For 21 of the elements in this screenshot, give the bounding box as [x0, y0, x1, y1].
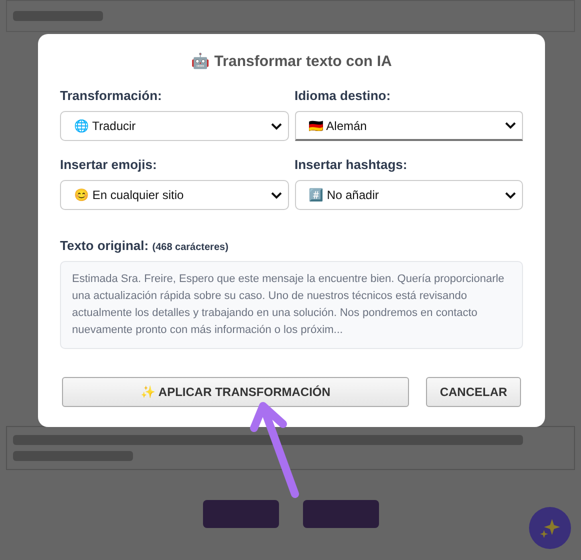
dropdown[interactable]: 🌐 Traducir: [60, 111, 288, 141]
field-label: Transformación:: [60, 88, 163, 103]
sparkle-icon: [539, 517, 561, 539]
dropdown[interactable]: #⃣ No añadir: [294, 180, 523, 210]
background-button[interactable]: [202, 500, 278, 528]
chevron-icon: [505, 122, 516, 129]
field-label: Insertar emojis:: [60, 157, 158, 172]
chevron-icon: [270, 192, 282, 198]
dialog-title: 🤖 Transformar texto con IA: [190, 52, 393, 70]
apply-button[interactable]: ✨ APLICAR TRANSFORMACIÓN: [62, 377, 409, 407]
chevron-icon: [270, 122, 282, 130]
original-text-preview: Estimada Sra. Freire, Espero que este mensaje la encuentre bien. Quería proporcionarle una actualización rápida sobre su caso. Uno de nuestros técnicos está revisando actualmente los detalles y trabajando en una solución. Nos pondremos en contacto nuevamente pronto con más información o los próxim...: [60, 261, 523, 349]
dropdown[interactable]: 🇩🇪 Alemán: [294, 111, 523, 141]
dropdown[interactable]: 😊 En cualquier sitio: [60, 180, 288, 210]
cancel-button[interactable]: CANCELAR: [426, 377, 521, 407]
chevron-icon: [505, 192, 516, 198]
background-button[interactable]: [302, 500, 378, 528]
sparkle-fab[interactable]: [529, 507, 571, 549]
field-label: Idioma destino:: [294, 88, 392, 103]
field-label: Insertar hashtags:: [294, 157, 408, 172]
original-text-label: Texto original: (468 carácteres): [60, 238, 230, 253]
